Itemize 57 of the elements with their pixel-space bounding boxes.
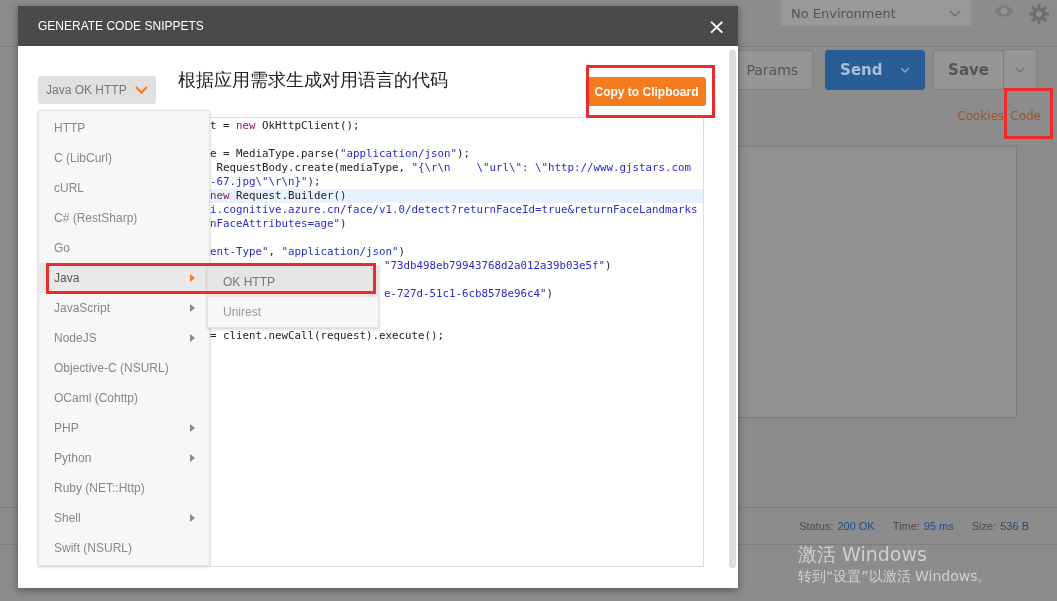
menu-item[interactable]: C# (RestSharp) (39, 203, 209, 233)
status-label: Time: (892, 520, 920, 532)
scrollbar[interactable] (729, 50, 736, 568)
menu-item[interactable]: PHP (39, 413, 209, 443)
submenu-arrow-icon (190, 424, 195, 432)
menu-item[interactable]: Unirest (208, 297, 378, 327)
code-line: "73db498eb79943768d2a012a39b03e5f") (383, 259, 613, 273)
menu-item[interactable]: cURL (39, 173, 209, 203)
submenu-arrow-icon (190, 334, 195, 342)
environment-select[interactable]: No Environment (781, 0, 971, 26)
code-line: e-727d-51c1-6cb8578e96c4") (383, 287, 555, 301)
activation-title: 激活 Windows (798, 542, 928, 567)
menu-item[interactable]: Ruby (NET::Http) (39, 473, 209, 503)
send-button[interactable]: Send (825, 50, 926, 90)
caret-button[interactable] (1003, 49, 1037, 91)
menu-item[interactable]: Python (39, 443, 209, 473)
menu-item[interactable]: Shell (39, 503, 209, 533)
menu-item[interactable]: C (LibCurl) (39, 143, 209, 173)
menu-item[interactable]: NodeJS (39, 323, 209, 353)
menu-item[interactable]: JavaScript (39, 293, 209, 323)
dialog-title: GENERATE CODE SNIPPETS (38, 19, 204, 33)
chevron-down-icon (949, 9, 961, 17)
highlight-frame (1004, 88, 1053, 139)
menu-item[interactable]: HTTP (39, 113, 209, 143)
code-line: nFaceAttributes=age") (210, 217, 348, 231)
dialog-heading: 根据应用需求生成对用语言的代码 (178, 68, 448, 92)
code-line: i.cognitive.azure.cn/face/v1.0/detect?returnFaceId=true&returnFaceLandmarks (210, 203, 699, 217)
language-select[interactable]: Java OK HTTP (38, 76, 156, 104)
code-line: ent-Type", "application/json") (210, 245, 407, 259)
submenu-arrow-icon (190, 454, 195, 462)
header-link[interactable]: Cookies (957, 108, 1005, 123)
chevron-down-icon (135, 86, 148, 94)
copy-button[interactable]: Copy to Clipboard (587, 77, 706, 106)
chevron-down-icon[interactable] (900, 67, 911, 73)
close-button[interactable]: × (707, 13, 726, 39)
save-button[interactable]: Save (933, 50, 1004, 90)
code-line: RequestBody.create(mediaType, "{\r\n \"url\": \"http://www.gjstars.com (215, 161, 693, 175)
menu-item[interactable]: Swift (NSURL) (39, 533, 209, 563)
submenu-arrow-icon (190, 304, 195, 312)
code-line: t = new OkHttpClient(); (210, 119, 361, 133)
chevron-down-icon (1015, 67, 1025, 73)
status-value: 200 OK (837, 520, 875, 532)
status-value: 536 B (1000, 520, 1029, 532)
menu-item[interactable]: Objective-C (NSURL) (39, 353, 209, 383)
submenu-arrow-icon (190, 274, 195, 282)
menu-item[interactable]: OCaml (Cohttp) (39, 383, 209, 413)
status-label: Status: (799, 520, 834, 532)
eye-icon[interactable] (993, 4, 1015, 18)
code-line: -67.jpg\"\r\n}"); (210, 175, 322, 189)
submenu-arrow-icon (190, 514, 195, 522)
activation-subtitle: 转到“设置”以激活 Windows。 (798, 568, 992, 586)
status-label: Size: (971, 520, 997, 532)
code-line: e = MediaType.parse("application/json"); (210, 147, 472, 161)
code-line: = client.newCall(request).execute(); (210, 329, 445, 343)
status-value: 95 ms (923, 520, 954, 532)
settings-icon[interactable] (1029, 4, 1049, 24)
menu-item[interactable]: Go (39, 233, 209, 263)
